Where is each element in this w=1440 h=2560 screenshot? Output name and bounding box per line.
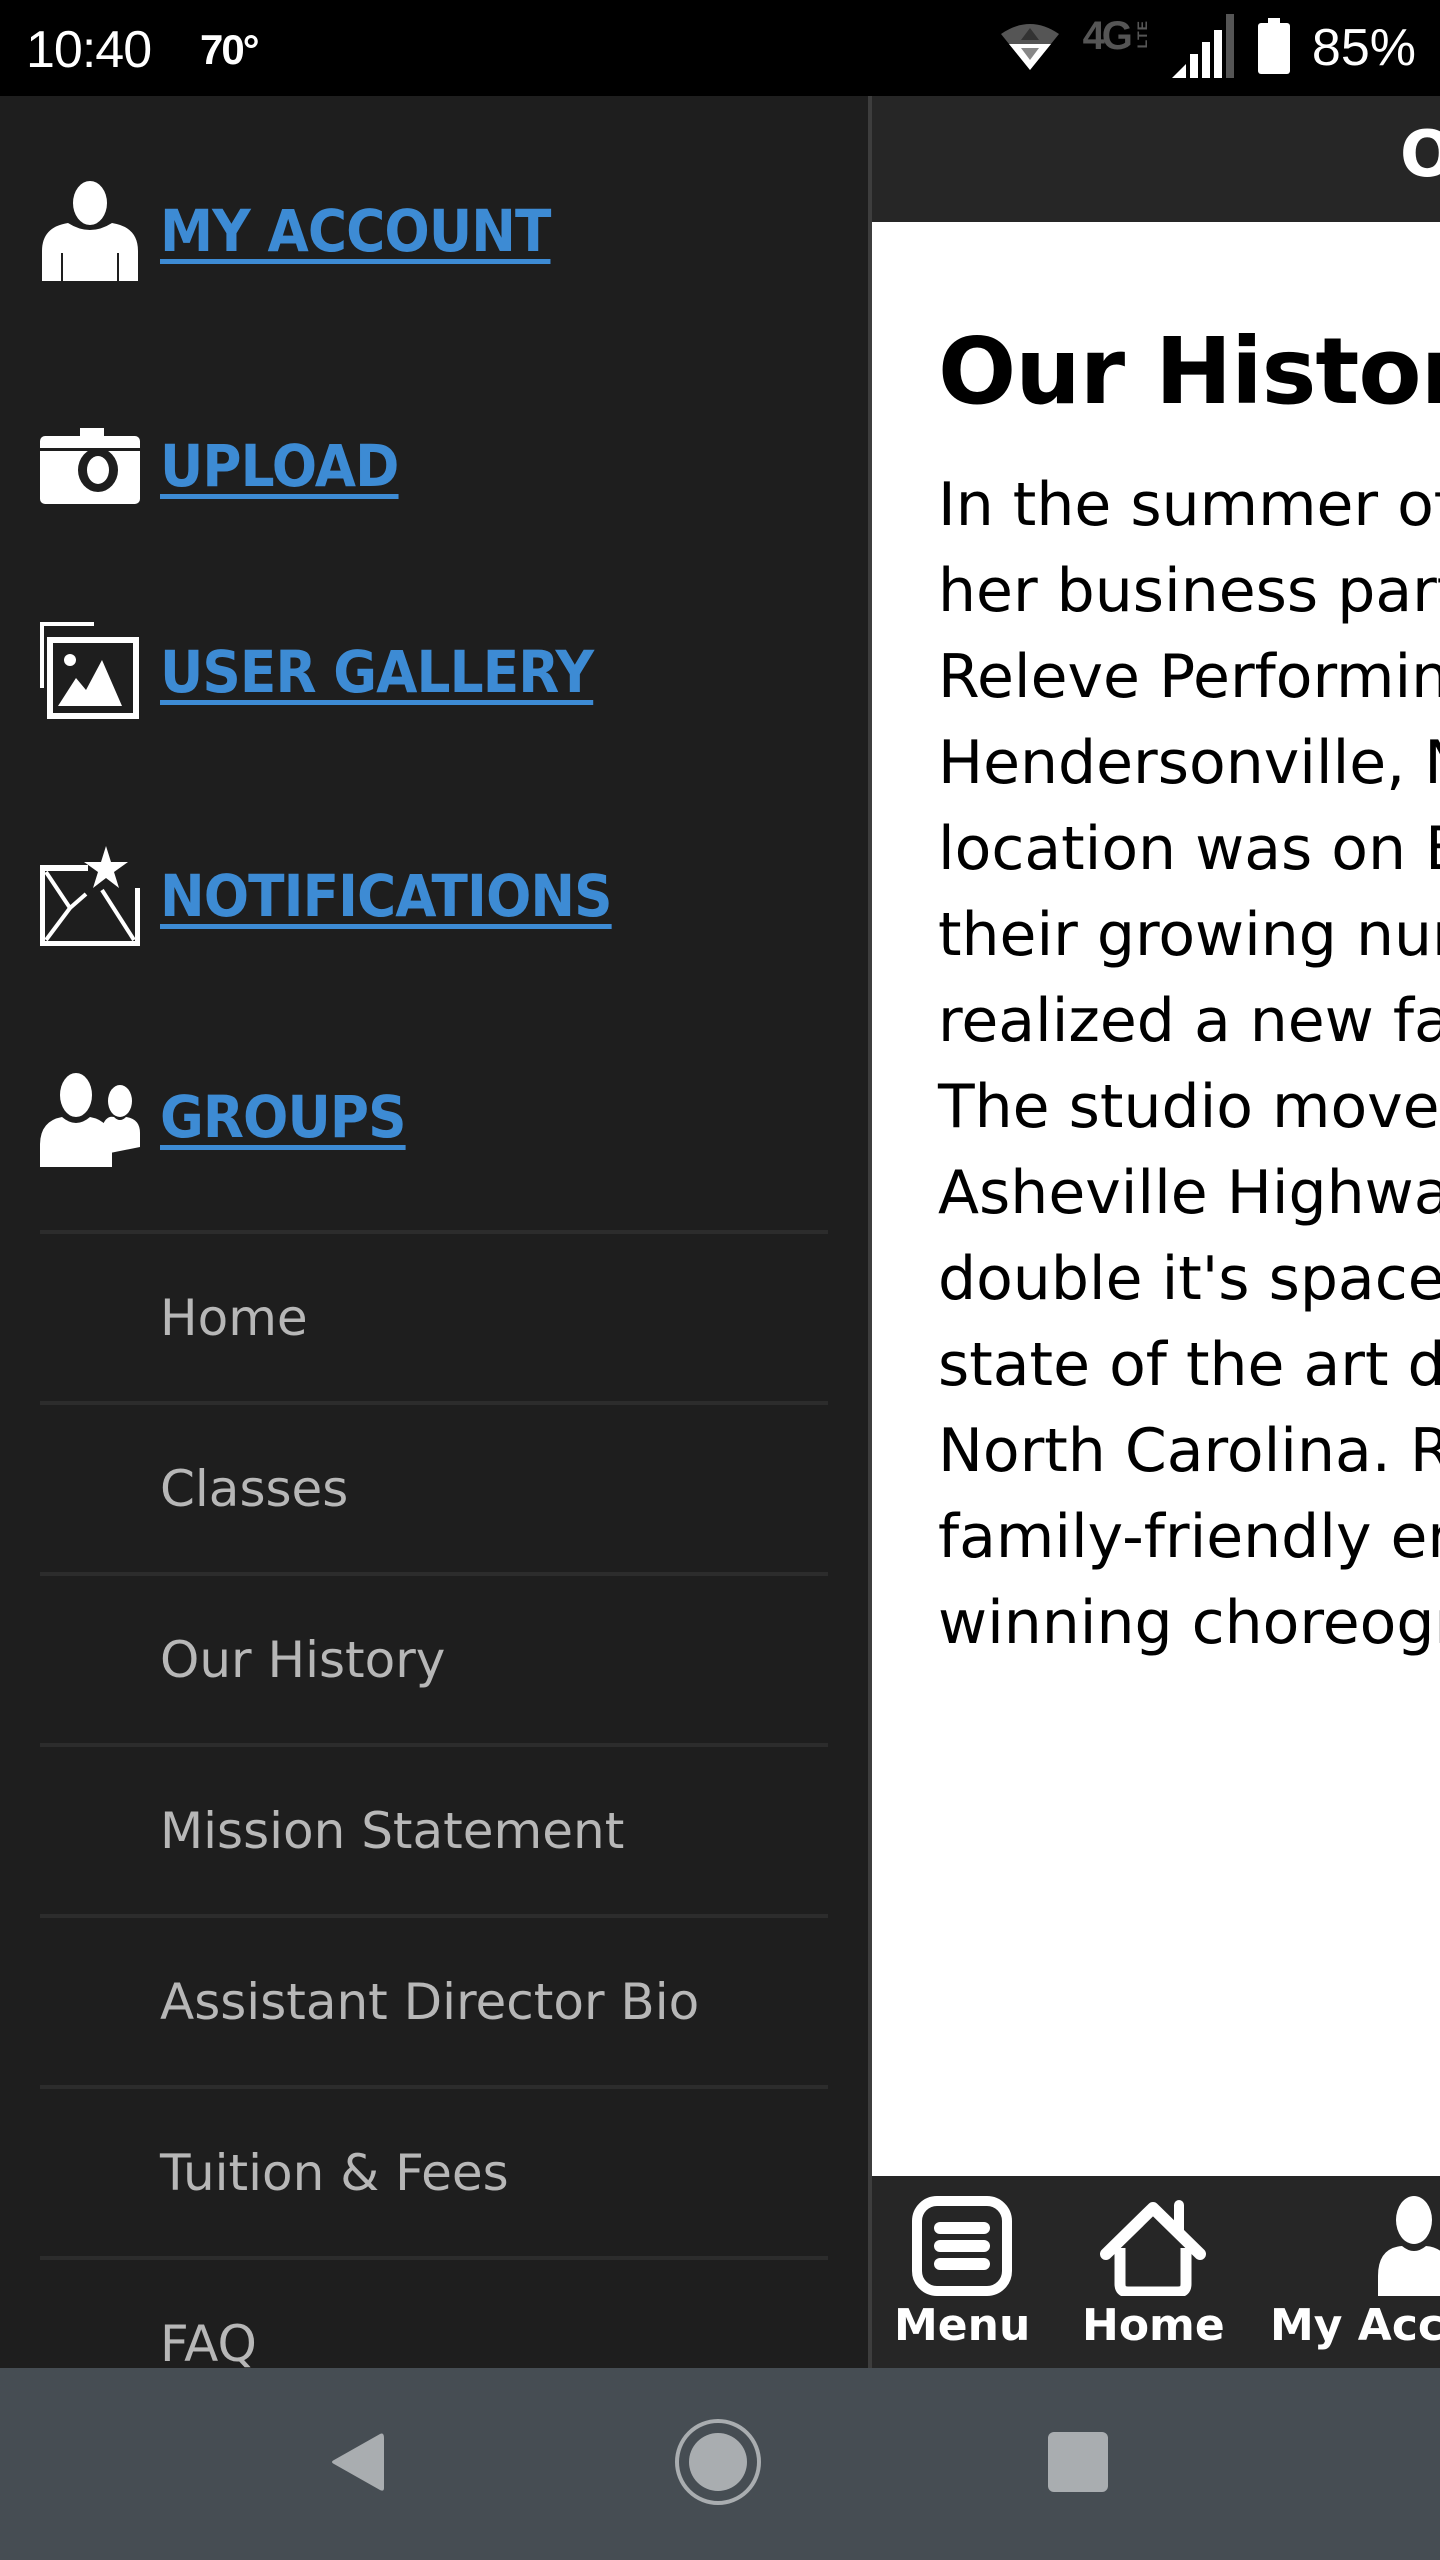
status-time: 10:40 — [26, 21, 152, 79]
user-icon — [1374, 2196, 1440, 2296]
paragraph-line: winning choreogr — [938, 1588, 1440, 1658]
system-nav-bar — [0, 2368, 1440, 2560]
back-icon — [328, 2430, 388, 2498]
tab-my-account-label: My Account — [1270, 2300, 1440, 2351]
menu-item-classes[interactable]: Classes — [40, 1401, 828, 1572]
paragraph-line: In the summer of — [938, 470, 1440, 540]
mail-star-icon — [40, 841, 140, 951]
drawer-link-label: UPLOAD — [160, 432, 399, 500]
tab-menu[interactable]: Menu — [894, 2176, 1030, 2368]
user-icon — [40, 176, 140, 286]
drawer-menu-list: Home Classes Our History Mission Stateme… — [40, 1230, 828, 2368]
drawer-edge[interactable] — [868, 96, 872, 2368]
recents-icon — [1046, 2430, 1110, 2498]
drawer-link-label: USER GALLERY — [160, 638, 594, 706]
menu-item-home[interactable]: Home — [40, 1230, 828, 1401]
page-header-title: Our History — [1400, 118, 1440, 192]
navigation-drawer: MY ACCOUNT UPLOAD USER GALLERY NOTIFICAT… — [0, 96, 868, 2368]
drawer-link-notifications[interactable]: NOTIFICATIONS — [40, 841, 651, 951]
page-content: Our History In the summer of her busines… — [872, 222, 1440, 2272]
drawer-link-groups[interactable]: GROUPS — [40, 1062, 427, 1172]
page-title: Our History — [938, 318, 1440, 425]
home-button[interactable] — [675, 2419, 761, 2505]
paragraph-line: Releve Performin — [938, 642, 1440, 712]
paragraph-line: Asheville Highwa — [938, 1158, 1440, 1228]
group-icon — [40, 1062, 140, 1172]
signal-icon — [1171, 14, 1236, 82]
tab-my-account[interactable]: My Account — [1270, 2176, 1440, 2368]
menu-icon — [912, 2196, 1013, 2296]
paragraph-line: her business part — [938, 556, 1440, 626]
camera-icon — [40, 411, 140, 521]
network-subtype: LTE — [1133, 20, 1150, 49]
app-viewport: Our History Our History In the summer of… — [0, 96, 1440, 2368]
menu-item-label: Mission Statement — [160, 1801, 625, 1860]
drawer-link-my-account[interactable]: MY ACCOUNT — [40, 176, 584, 286]
tab-menu-label: Menu — [894, 2300, 1031, 2351]
4g-lte-icon: 4G LTE — [1083, 14, 1150, 59]
paragraph-line: realized a new fa — [938, 986, 1440, 1056]
status-icons: 4G LTE 85% — [999, 10, 1416, 86]
menu-item-faq[interactable]: FAQ — [40, 2256, 828, 2368]
paragraph-line: The studio moved — [938, 1072, 1440, 1142]
tab-home[interactable]: Home — [1082, 2176, 1225, 2368]
menu-item-label: Classes — [160, 1459, 349, 1518]
paragraph-line: double it's space — [938, 1244, 1440, 1314]
drawer-link-upload[interactable]: UPLOAD — [40, 411, 419, 521]
battery-percent: 85% — [1311, 19, 1416, 77]
recents-button[interactable] — [1038, 2424, 1118, 2504]
gallery-icon — [40, 617, 140, 727]
drawer-link-user-gallery[interactable]: USER GALLERY — [40, 617, 631, 727]
drawer-link-label: MY ACCOUNT — [160, 197, 551, 265]
menu-item-assistant-director-bio[interactable]: Assistant Director Bio — [40, 1914, 828, 2085]
menu-item-label: FAQ — [160, 2314, 257, 2369]
status-bar: 10:40 70° 4G LTE 85% — [0, 0, 1440, 96]
menu-item-tuition-fees[interactable]: Tuition & Fees — [40, 2085, 828, 2256]
paragraph-line: Hendersonville, N — [938, 728, 1440, 798]
history-paragraph: In the summer of her business part Relev… — [938, 462, 1440, 1666]
paragraph-line: their growing nun — [938, 900, 1440, 970]
back-button[interactable] — [318, 2424, 398, 2504]
tab-home-label: Home — [1082, 2300, 1225, 2351]
battery-icon — [1257, 18, 1290, 78]
home-icon — [1098, 2196, 1208, 2296]
paragraph-line: North Carolina. R — [938, 1416, 1440, 1486]
network-type: 4G — [1082, 13, 1133, 58]
menu-item-label: Tuition & Fees — [160, 2143, 509, 2202]
page-header: Our History — [872, 96, 1440, 222]
vpn-icon — [999, 20, 1061, 76]
status-temperature: 70° — [200, 26, 259, 73]
menu-item-label: Assistant Director Bio — [160, 1972, 700, 2031]
menu-item-our-history[interactable]: Our History — [40, 1572, 828, 1743]
paragraph-line: family-friendly en — [938, 1502, 1440, 1572]
paragraph-line: state of the art da — [938, 1330, 1440, 1400]
drawer-link-label: NOTIFICATIONS — [160, 862, 613, 930]
menu-item-mission-statement[interactable]: Mission Statement — [40, 1743, 828, 1914]
bottom-tab-bar: Menu Home My Account — [872, 2176, 1440, 2368]
home-circle-icon — [673, 2417, 763, 2511]
menu-item-label: Home — [160, 1288, 308, 1347]
menu-item-label: Our History — [160, 1630, 446, 1689]
paragraph-line: location was on B — [938, 814, 1440, 884]
drawer-link-label: GROUPS — [160, 1083, 407, 1151]
